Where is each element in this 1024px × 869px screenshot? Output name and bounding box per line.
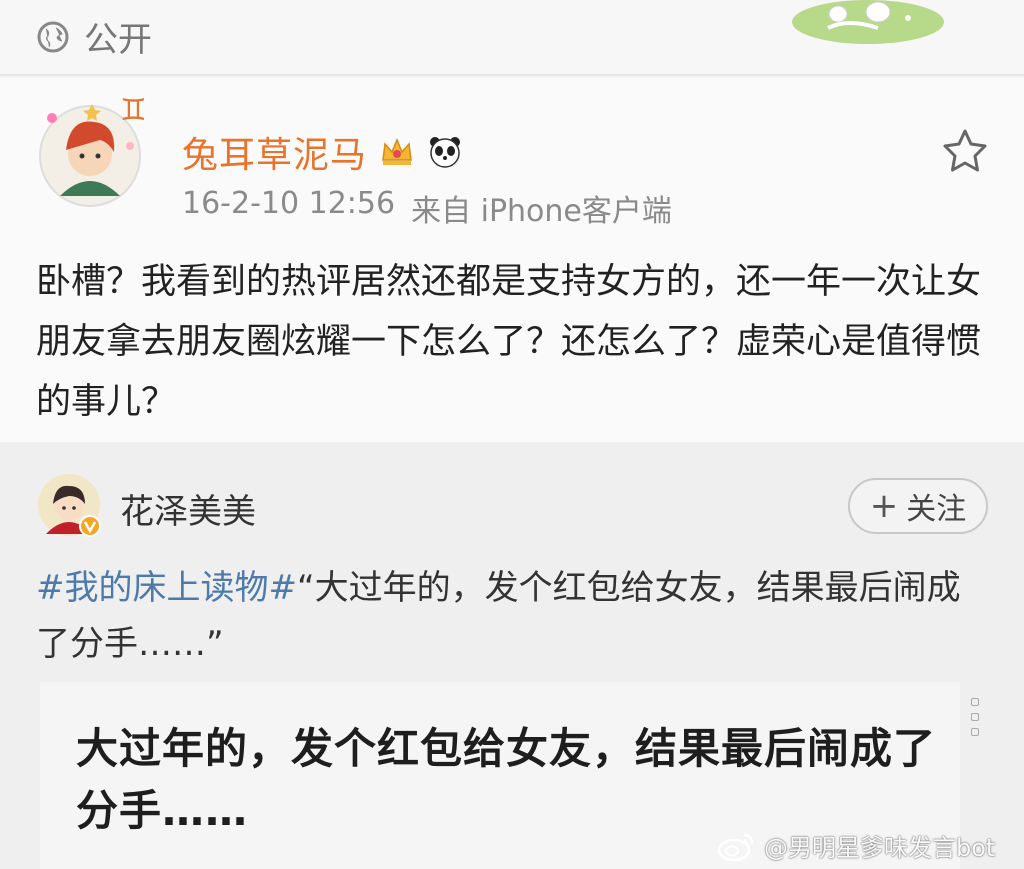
scrollbar[interactable] <box>964 690 986 750</box>
plus-icon: + <box>869 486 899 526</box>
visibility-label: 公开 <box>84 20 152 60</box>
avatar[interactable]: ♊ <box>34 96 146 208</box>
article-title: 大过年的，发个红包给女友，结果最后闹成了分手…… <box>76 724 937 835</box>
visibility-indicator[interactable]: 公开 <box>36 12 152 61</box>
repost-body-text: #我的床上读物#“大过年的，发个红包给女友，结果最后闹成了分手……” <box>36 560 986 672</box>
follow-button[interactable]: + 关注 <box>848 478 988 534</box>
verified-v-icon <box>79 515 101 537</box>
panda-icon[interactable] <box>427 134 463 170</box>
post-timestamp: 16-2-10 12:56 <box>182 186 396 221</box>
weibo-logo-icon <box>717 833 754 861</box>
post-author-row: 兔耳草泥马 <box>182 126 463 178</box>
decoration-image <box>792 0 944 44</box>
globe-icon <box>37 21 69 52</box>
post-source: 来自 iPhone客户端 <box>411 194 672 229</box>
star-outline-icon[interactable] <box>940 126 990 176</box>
watermark: @男明星爹味发言bot <box>716 828 995 863</box>
hashtag-link[interactable]: #我的床上读物# <box>36 568 297 608</box>
crown-icon[interactable] <box>379 134 415 170</box>
svg-text:♊: ♊ <box>120 96 146 128</box>
post-author-name[interactable]: 兔耳草泥马 <box>182 126 367 178</box>
follow-label: 关注 <box>906 492 967 527</box>
watermark-text: @男明星爹味发言bot <box>764 834 996 862</box>
visibility-bar: 公开 <box>0 0 1024 76</box>
post-meta: 16-2-10 12:56 来自 iPhone客户端 <box>182 186 672 230</box>
post-body-text: 卧槽？我看到的热评居然还都是支持女方的，还一年一次让女朋友拿去朋友圈炫耀一下怎么… <box>36 262 982 422</box>
repost-author-name[interactable]: 花泽美美 <box>120 484 256 533</box>
repost-avatar[interactable] <box>36 472 102 538</box>
